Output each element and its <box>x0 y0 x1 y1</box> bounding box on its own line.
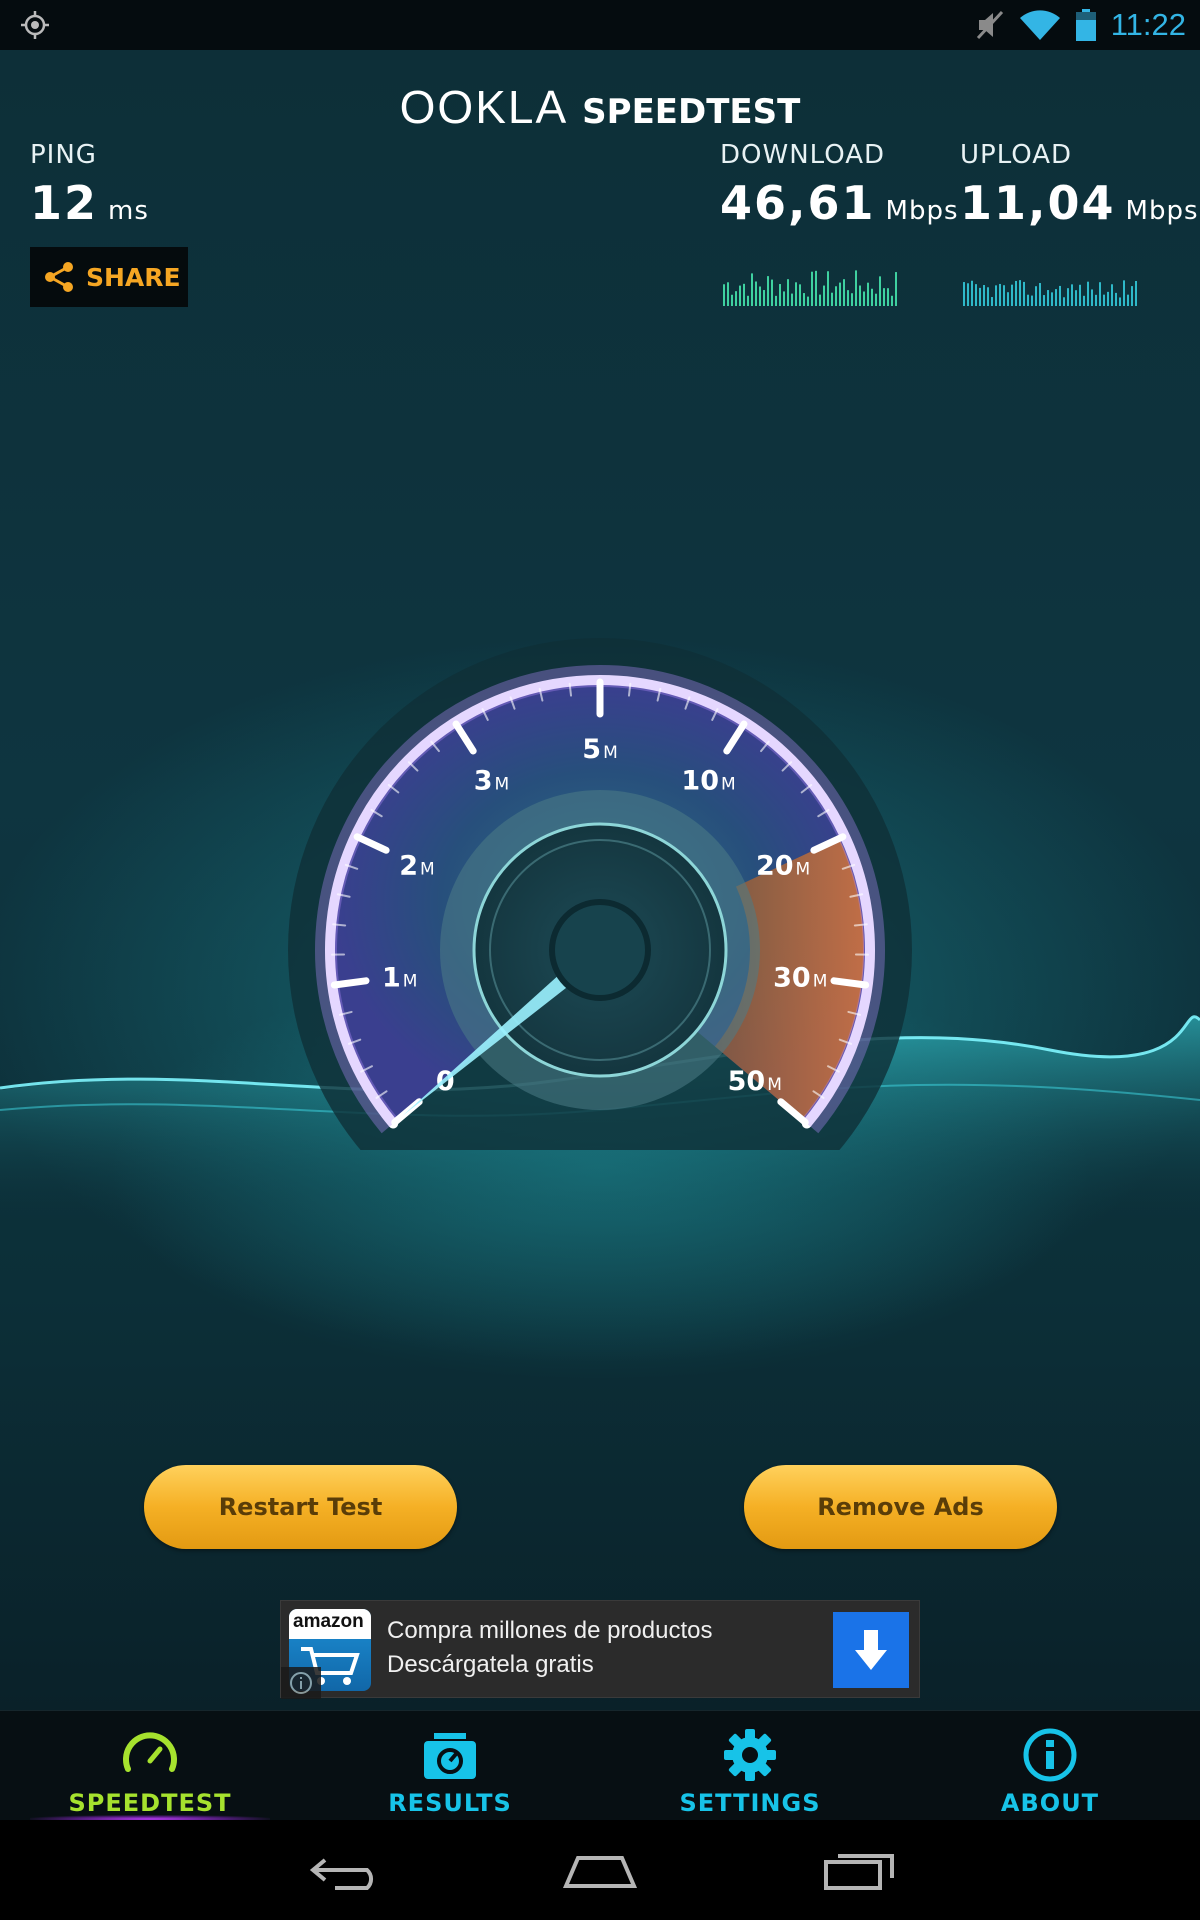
speedometer-icon <box>123 1732 177 1772</box>
ad-info-button[interactable] <box>281 1667 321 1699</box>
gauge-major-tick <box>330 977 370 989</box>
tab-about[interactable]: ABOUT <box>900 1711 1200 1821</box>
gauge-minor-tick <box>332 923 347 927</box>
tab-about-label: ABOUT <box>1000 1789 1100 1817</box>
brand-ookla: OOKLA <box>399 81 569 133</box>
location-icon <box>21 11 49 39</box>
gauge-minor-tick <box>568 682 573 697</box>
gauge-major-tick <box>830 977 870 989</box>
info-icon <box>1023 1728 1077 1782</box>
download-label: DOWNLOAD <box>720 140 886 170</box>
recent-apps-icon[interactable] <box>820 1846 900 1896</box>
bottom-nav: SPEEDTEST RESULTS SETTINGS ABOUT <box>0 1710 1200 1823</box>
tab-settings[interactable]: SETTINGS <box>600 1711 900 1821</box>
remove-ads-button[interactable]: Remove Ads <box>744 1465 1057 1549</box>
tab-results-label: RESULTS <box>388 1789 512 1817</box>
download-sparkline <box>723 270 897 306</box>
share-icon <box>45 262 73 292</box>
back-icon[interactable] <box>305 1846 385 1896</box>
download-value: 46,61 Mbps <box>720 176 959 230</box>
ad-line-1: Compra millones de productos <box>387 1617 713 1644</box>
upload-value: 11,04 Mbps <box>960 176 1199 230</box>
battery-icon <box>1075 9 1096 41</box>
tab-settings-label: SETTINGS <box>679 1789 821 1817</box>
gauge-minor-tick <box>627 682 632 697</box>
gear-icon <box>724 1729 776 1781</box>
download-arrow-icon <box>855 1630 887 1670</box>
tab-speedtest[interactable]: SPEEDTEST <box>0 1711 300 1823</box>
ad-banner[interactable]: amazon Compra millones de productos Desc… <box>280 1600 920 1699</box>
ping-number: 12 <box>30 176 99 230</box>
ping-value: 12 ms <box>30 176 149 230</box>
system-nav-bar <box>0 1820 1200 1920</box>
upload-sparkline <box>963 280 1137 306</box>
tab-speedtest-label: SPEEDTEST <box>68 1789 232 1817</box>
share-label: SHARE <box>86 262 181 292</box>
upload-number: 11,04 <box>960 176 1116 230</box>
app-logo: OOKLA SPEEDTEST <box>0 80 1200 134</box>
ad-download-button[interactable] <box>833 1612 909 1688</box>
download-number: 46,61 <box>720 176 876 230</box>
brand-speedtest: SPEEDTEST <box>582 92 801 132</box>
info-icon <box>290 1672 312 1694</box>
gauge-minor-tick <box>853 923 868 927</box>
home-icon[interactable] <box>560 1846 640 1896</box>
status-bar: 11:22 <box>0 0 1200 50</box>
status-time: 11:22 <box>1110 7 1186 42</box>
ad-line-2: Descárgatela gratis <box>387 1651 594 1678</box>
download-unit: Mbps <box>885 196 959 226</box>
results-icon <box>424 1733 476 1779</box>
ping-unit: ms <box>108 196 149 226</box>
restart-test-button[interactable]: Restart Test <box>144 1465 457 1549</box>
tab-results[interactable]: RESULTS <box>300 1711 600 1821</box>
ad-brand: amazon <box>293 1611 364 1632</box>
share-button[interactable]: SHARE <box>30 247 188 307</box>
upload-unit: Mbps <box>1125 196 1199 226</box>
upload-label: UPLOAD <box>960 140 1073 170</box>
speed-gauge: 01M2M3M5M10M20M30M50M <box>288 638 912 1150</box>
wifi-icon <box>1019 10 1060 40</box>
ping-label: PING <box>30 140 97 170</box>
mute-icon <box>976 10 1003 40</box>
